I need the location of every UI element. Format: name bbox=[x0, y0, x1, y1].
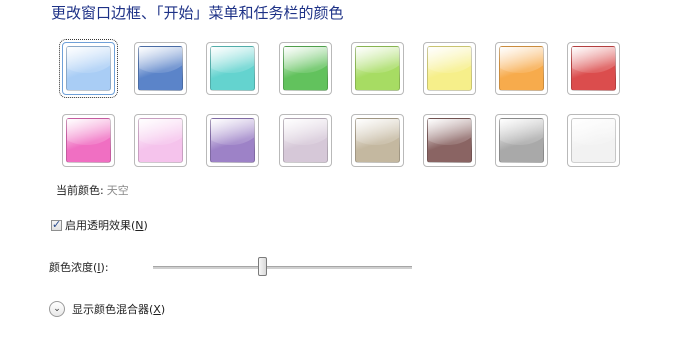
swatch-gloss bbox=[284, 119, 327, 145]
checkmark-icon: ✓ bbox=[52, 217, 62, 231]
color-mixer-label: 显示颜色混合器(X) bbox=[72, 301, 165, 317]
color-swatch[interactable] bbox=[62, 114, 115, 167]
color-swatch-fill bbox=[427, 118, 472, 163]
swatch-gloss bbox=[500, 119, 543, 145]
color-swatch-fill bbox=[427, 46, 472, 91]
color-swatch[interactable] bbox=[495, 114, 548, 167]
current-color-label: 当前颜色: bbox=[56, 184, 104, 197]
color-swatch[interactable] bbox=[206, 42, 259, 95]
swatch-gloss bbox=[572, 47, 615, 73]
show-color-mixer-expander[interactable]: ⌄ 显示颜色混合器(X) bbox=[49, 301, 165, 317]
color-swatch[interactable] bbox=[279, 114, 332, 167]
color-swatch[interactable] bbox=[495, 42, 548, 95]
color-swatch-fill bbox=[355, 46, 400, 91]
color-swatch[interactable] bbox=[567, 42, 620, 95]
color-intensity-slider-thumb[interactable] bbox=[258, 257, 267, 276]
transparency-checkbox[interactable]: ✓ bbox=[51, 217, 62, 231]
color-swatch-fill bbox=[283, 46, 328, 91]
transparency-checkbox-row[interactable]: ✓ 启用透明效果(N) bbox=[51, 217, 148, 233]
swatch-gloss bbox=[211, 119, 254, 145]
swatch-gloss bbox=[284, 47, 327, 73]
color-swatch-grid bbox=[0, 0, 673, 180]
mixer-label-end: ) bbox=[160, 303, 166, 316]
transparency-label: 启用透明效果(N) bbox=[65, 217, 148, 233]
transparency-label-end: ) bbox=[143, 219, 148, 232]
color-swatch[interactable] bbox=[134, 114, 187, 167]
color-swatch-fill bbox=[66, 118, 111, 163]
color-swatch[interactable] bbox=[351, 42, 404, 95]
transparency-label-text: 启用透明效果( bbox=[65, 219, 136, 232]
swatch-gloss bbox=[500, 47, 543, 73]
swatch-gloss bbox=[356, 47, 399, 73]
swatch-gloss bbox=[67, 119, 110, 145]
mixer-access-key: X bbox=[153, 303, 161, 316]
color-swatch-fill bbox=[355, 118, 400, 163]
swatch-gloss bbox=[428, 47, 471, 73]
color-swatch[interactable] bbox=[423, 114, 476, 167]
swatch-gloss bbox=[572, 119, 615, 145]
color-swatch[interactable] bbox=[134, 42, 187, 95]
color-swatch-fill bbox=[571, 118, 616, 163]
color-swatch-fill bbox=[138, 118, 183, 163]
current-color: 当前颜色: 天空 bbox=[56, 182, 129, 198]
swatch-gloss bbox=[356, 119, 399, 145]
swatch-gloss bbox=[139, 119, 182, 145]
mixer-label-text: 显示颜色混合器( bbox=[72, 303, 154, 316]
current-color-value: 天空 bbox=[106, 184, 129, 197]
color-swatch[interactable] bbox=[351, 114, 404, 167]
color-swatch[interactable] bbox=[279, 42, 332, 95]
color-intensity-label: 颜色浓度(I): bbox=[49, 259, 109, 275]
color-intensity-slider[interactable] bbox=[153, 266, 412, 269]
color-swatch-fill bbox=[210, 118, 255, 163]
color-swatch[interactable] bbox=[59, 39, 118, 98]
color-swatch-fill bbox=[66, 46, 111, 91]
intensity-label-end: ): bbox=[100, 261, 109, 274]
color-swatch-fill bbox=[499, 118, 544, 163]
color-swatch-fill bbox=[210, 46, 255, 91]
color-swatch-fill bbox=[499, 46, 544, 91]
color-swatch[interactable] bbox=[206, 114, 259, 167]
swatch-gloss bbox=[428, 119, 471, 145]
color-swatch-fill bbox=[571, 46, 616, 91]
color-swatch[interactable] bbox=[567, 114, 620, 167]
swatch-gloss bbox=[67, 47, 110, 73]
transparency-access-key: N bbox=[135, 219, 144, 232]
intensity-label-text: 颜色浓度( bbox=[49, 261, 98, 274]
color-swatch[interactable] bbox=[423, 42, 476, 95]
color-swatch-fill bbox=[283, 118, 328, 163]
swatch-gloss bbox=[211, 47, 254, 73]
color-swatch-fill bbox=[138, 46, 183, 91]
swatch-gloss bbox=[139, 47, 182, 73]
chevron-down-icon[interactable]: ⌄ bbox=[49, 301, 65, 317]
